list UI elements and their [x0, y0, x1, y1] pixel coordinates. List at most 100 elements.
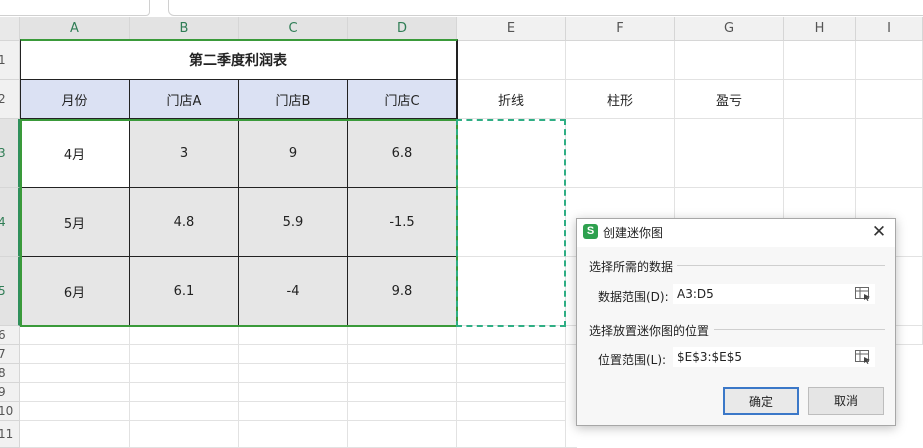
cell[interactable] — [784, 119, 856, 188]
cell[interactable] — [675, 41, 784, 80]
cell[interactable] — [20, 345, 130, 364]
ok-button[interactable]: 确定 — [723, 387, 799, 415]
cell[interactable] — [784, 80, 856, 119]
cell[interactable] — [239, 402, 348, 421]
row-header-2[interactable]: 2 — [0, 80, 20, 119]
cell-value[interactable]: 3 — [130, 119, 239, 188]
cell-month[interactable]: 5月 — [20, 188, 130, 257]
cell[interactable] — [130, 383, 239, 402]
cell[interactable] — [856, 41, 923, 80]
cell[interactable] — [457, 41, 566, 80]
dialog-title: 创建迷你图 — [603, 226, 664, 240]
cell[interactable] — [239, 364, 348, 383]
cell-e4[interactable] — [457, 188, 566, 257]
dialog-title-bar[interactable]: S 创建迷你图 ✕ — [577, 219, 895, 247]
cell-e5[interactable] — [457, 257, 566, 326]
cell[interactable] — [457, 326, 566, 345]
cell-value[interactable]: 5.9 — [239, 188, 348, 257]
table-title[interactable]: 第二季度利润表 — [20, 41, 457, 80]
name-box[interactable] — [0, 0, 150, 16]
select-all-corner[interactable] — [0, 17, 20, 41]
cell[interactable] — [20, 402, 130, 421]
cell-value[interactable]: -1.5 — [348, 188, 457, 257]
column-header-g[interactable]: G — [675, 17, 784, 41]
cell[interactable] — [348, 326, 457, 345]
cell[interactable] — [20, 383, 130, 402]
cell-month[interactable]: 4月 — [20, 119, 130, 188]
cell[interactable] — [239, 326, 348, 345]
row-header-9[interactable]: 9 — [0, 383, 20, 402]
cell[interactable] — [130, 326, 239, 345]
cell[interactable] — [348, 345, 457, 364]
cell-value[interactable]: 4.8 — [130, 188, 239, 257]
row-number: 3 — [0, 146, 6, 160]
data-range-input[interactable] — [673, 284, 875, 304]
cell[interactable] — [457, 421, 566, 448]
formula-input[interactable] — [168, 0, 923, 16]
cell[interactable] — [566, 41, 675, 80]
cell[interactable] — [20, 326, 130, 345]
cell[interactable] — [457, 345, 566, 364]
cell-e2[interactable]: 折线 — [457, 80, 566, 119]
header-store-b[interactable]: 门店B — [239, 80, 348, 119]
section-select-data: 选择所需的数据 — [589, 260, 674, 274]
column-header-d[interactable]: D — [348, 17, 457, 41]
range-picker-icon[interactable] — [855, 287, 871, 301]
cell[interactable] — [457, 383, 566, 402]
cell[interactable] — [856, 80, 923, 119]
close-icon[interactable]: ✕ — [869, 222, 889, 242]
cell-value[interactable]: 9.8 — [348, 257, 457, 326]
column-header-f[interactable]: F — [566, 17, 675, 41]
cell[interactable] — [239, 345, 348, 364]
cell-value[interactable]: -4 — [239, 257, 348, 326]
column-header-c[interactable]: C — [239, 17, 348, 41]
column-header-h[interactable]: H — [784, 17, 856, 41]
row-header-4[interactable]: 4 — [0, 188, 20, 257]
row-header-5[interactable]: 5 — [0, 257, 20, 326]
cell[interactable] — [348, 421, 457, 448]
row-header-7[interactable]: 7 — [0, 345, 20, 364]
cell-value[interactable]: 6.1 — [130, 257, 239, 326]
cell-value[interactable]: 9 — [239, 119, 348, 188]
row-header-6[interactable]: 6 — [0, 326, 20, 345]
cell[interactable] — [348, 364, 457, 383]
cell[interactable] — [20, 421, 130, 448]
header-store-c[interactable]: 门店C — [348, 80, 457, 119]
row-header-1[interactable]: 1 — [0, 41, 20, 80]
row-number: 11 — [0, 427, 14, 441]
cell-f2[interactable]: 柱形 — [566, 80, 675, 119]
cell[interactable] — [239, 383, 348, 402]
cell[interactable] — [130, 364, 239, 383]
cell-value[interactable]: 6.8 — [348, 119, 457, 188]
row-header-10[interactable]: 10 — [0, 402, 20, 421]
cell[interactable] — [457, 364, 566, 383]
cancel-button[interactable]: 取消 — [808, 387, 884, 415]
cell[interactable] — [348, 383, 457, 402]
cell[interactable] — [856, 119, 923, 188]
cell[interactable] — [130, 345, 239, 364]
range-picker-icon[interactable] — [855, 350, 871, 364]
column-header-i[interactable]: I — [856, 17, 923, 41]
row-header-11[interactable]: 11 — [0, 421, 20, 448]
cell-g2[interactable]: 盈亏 — [675, 80, 784, 119]
cell[interactable] — [130, 421, 239, 448]
cell[interactable] — [239, 421, 348, 448]
cell-e3[interactable] — [457, 119, 566, 188]
cell[interactable] — [675, 119, 784, 188]
cell[interactable] — [130, 402, 239, 421]
cell[interactable] — [348, 402, 457, 421]
cell[interactable] — [784, 41, 856, 80]
cell[interactable] — [20, 364, 130, 383]
location-range-input[interactable] — [673, 347, 875, 367]
column-header-b[interactable]: B — [130, 17, 239, 41]
cell[interactable] — [566, 119, 675, 188]
cell-month[interactable]: 6月 — [20, 257, 130, 326]
row-header-3[interactable]: 3 — [0, 119, 20, 188]
header-month[interactable]: 月份 — [20, 80, 130, 119]
row-number: 1 — [0, 53, 6, 67]
header-store-a[interactable]: 门店A — [130, 80, 239, 119]
column-header-e[interactable]: E — [457, 17, 566, 41]
row-header-8[interactable]: 8 — [0, 364, 20, 383]
cell[interactable] — [457, 402, 566, 421]
column-header-a[interactable]: A — [20, 17, 130, 41]
